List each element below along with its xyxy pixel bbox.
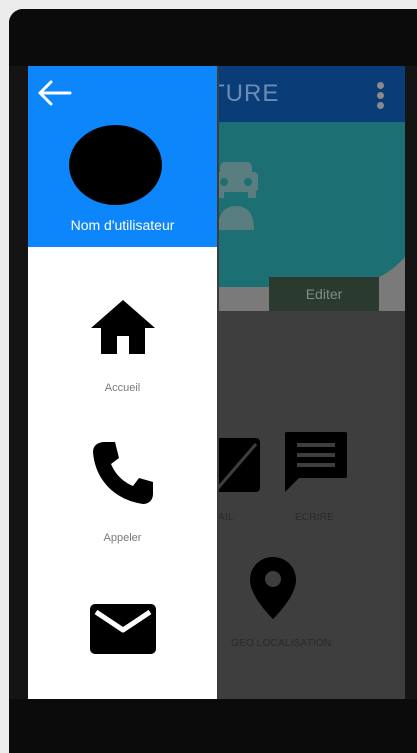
drawer-item-label: Accueil	[104, 382, 141, 394]
drawer-item-accueil[interactable]: Accueil	[28, 298, 217, 394]
mail-icon	[89, 604, 156, 654]
location-pin-icon[interactable]	[248, 555, 298, 621]
overflow-menu-icon[interactable]	[377, 82, 385, 112]
car-icon	[214, 162, 258, 230]
device-frame: TURE Editer AIL ECRIRE GEO LOCALISATION …	[9, 9, 417, 753]
app-screen: TURE Editer AIL ECRIRE GEO LOCALISATION …	[28, 66, 405, 699]
top-bezel	[9, 9, 417, 66]
bottom-bezel	[9, 699, 417, 753]
navigation-drawer: Nom d'utilisateur Accueil Appeler	[28, 66, 219, 699]
phone-icon	[92, 442, 153, 504]
action-label-ecrire: ECRIRE	[295, 512, 334, 523]
username: Nom d'utilisateur	[70, 217, 175, 233]
back-arrow-icon[interactable]	[38, 80, 72, 106]
app-title: TURE	[210, 80, 280, 107]
drawer-item-label: Appeler	[103, 532, 142, 544]
email-icon[interactable]	[214, 438, 260, 492]
action-label-email: AIL	[218, 512, 234, 523]
edit-button[interactable]: Editer	[269, 277, 379, 311]
drawer-header: Nom d'utilisateur	[28, 66, 217, 247]
avatar[interactable]	[69, 125, 162, 205]
drawer-item-mail[interactable]	[28, 602, 217, 656]
action-label-geolocalisation: GEO LOCALISATION	[231, 638, 332, 649]
drawer-item-appeler[interactable]: Appeler	[28, 440, 217, 544]
message-icon[interactable]	[283, 430, 349, 496]
home-icon	[90, 300, 155, 354]
